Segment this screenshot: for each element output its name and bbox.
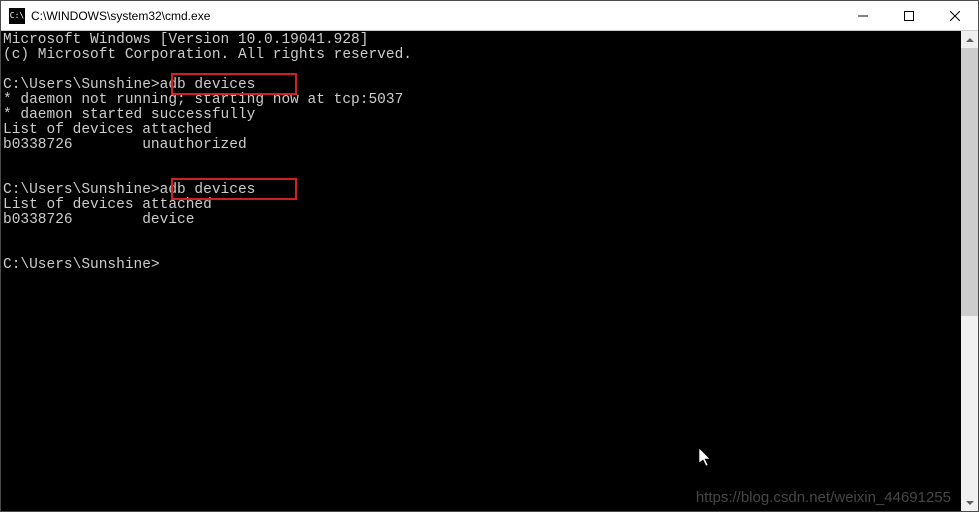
scroll-track[interactable] xyxy=(961,48,978,494)
terminal-line xyxy=(3,153,961,168)
vertical-scrollbar[interactable] xyxy=(961,31,978,511)
scroll-down-button[interactable] xyxy=(961,494,978,511)
scroll-up-button[interactable] xyxy=(961,31,978,48)
terminal-line: * daemon started successfully xyxy=(3,108,961,123)
terminal-line xyxy=(3,243,961,258)
window-title: C:\WINDOWS\system32\cmd.exe xyxy=(31,9,840,23)
window-controls xyxy=(840,1,978,30)
terminal-output[interactable]: Microsoft Windows [Version 10.0.19041.92… xyxy=(1,31,961,511)
terminal-line: C:\Users\Sunshine> xyxy=(3,258,961,273)
terminal-line: C:\Users\Sunshine>adb devices xyxy=(3,183,961,198)
maximize-button[interactable] xyxy=(886,1,932,30)
terminal-line xyxy=(3,228,961,243)
terminal-line: Microsoft Windows [Version 10.0.19041.92… xyxy=(3,33,961,48)
titlebar[interactable]: C:\ C:\WINDOWS\system32\cmd.exe xyxy=(1,1,978,31)
close-button[interactable] xyxy=(932,1,978,30)
minimize-button[interactable] xyxy=(840,1,886,30)
watermark-text: https://blog.csdn.net/weixin_44691255 xyxy=(696,490,951,505)
terminal-line xyxy=(3,168,961,183)
terminal-line: List of devices attached xyxy=(3,198,961,213)
terminal-line: (c) Microsoft Corporation. All rights re… xyxy=(3,48,961,63)
mouse-cursor-icon xyxy=(629,433,713,488)
terminal-line: b0338726 unauthorized xyxy=(3,138,961,153)
highlight-box xyxy=(171,73,297,95)
terminal-line: * daemon not running; starting now at tc… xyxy=(3,93,961,108)
terminal-line: b0338726 device xyxy=(3,213,961,228)
terminal-line: C:\Users\Sunshine>adb devices xyxy=(3,78,961,93)
scroll-thumb[interactable] xyxy=(961,48,978,316)
cmd-icon: C:\ xyxy=(9,8,25,24)
terminal-line: List of devices attached xyxy=(3,123,961,138)
highlight-box xyxy=(171,178,297,200)
client-area: Microsoft Windows [Version 10.0.19041.92… xyxy=(1,31,978,511)
terminal-line xyxy=(3,63,961,78)
cmd-window: C:\ C:\WINDOWS\system32\cmd.exe Microsof… xyxy=(0,0,979,512)
